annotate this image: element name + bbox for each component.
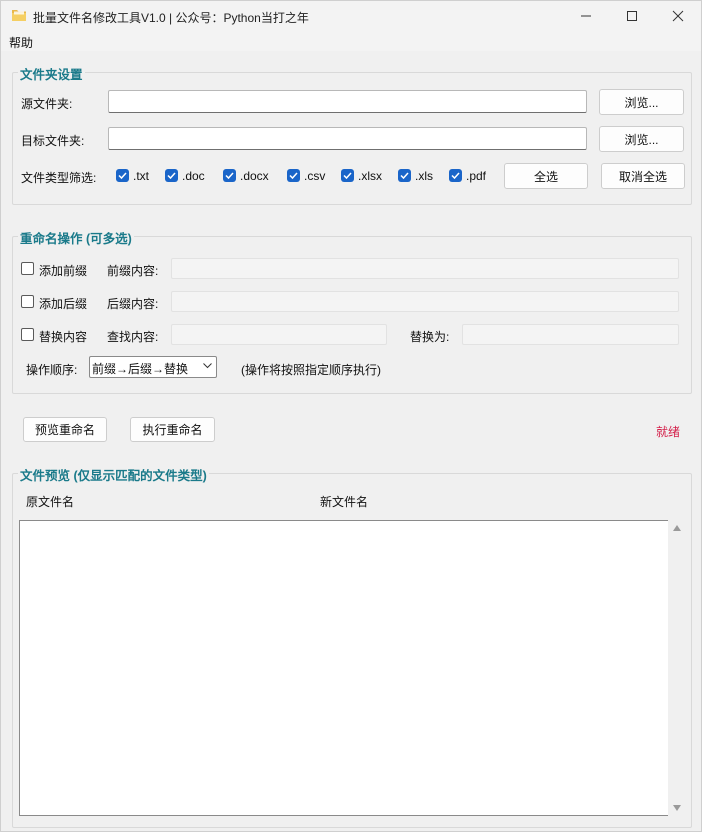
scroll-up-icon[interactable]	[673, 525, 681, 531]
checkbox-pdf[interactable]	[449, 169, 462, 182]
replace-label[interactable]: 替换内容	[39, 328, 87, 345]
checkbox-doc-label[interactable]: .doc	[182, 169, 205, 183]
checkbox-txt-label[interactable]: .txt	[133, 169, 149, 183]
checkbox-docx[interactable]	[223, 169, 236, 182]
app-window: 批量文件名修改工具V1.0 | 公众号：Python当打之年 帮助 文件夹设置 …	[0, 0, 702, 832]
check-icon	[225, 172, 234, 180]
prefix-content-input[interactable]	[171, 258, 679, 279]
source-folder-label: 源文件夹:	[21, 97, 73, 111]
execute-rename-button[interactable]: 执行重命名	[130, 417, 215, 442]
check-icon	[118, 172, 127, 180]
order-select-value: 前缀→后缀→替换	[92, 362, 189, 376]
menu-bar: 帮助	[1, 31, 701, 51]
maximize-icon	[627, 11, 637, 21]
file-type-filter-label: 文件类型筛选:	[21, 171, 97, 185]
close-icon	[672, 10, 684, 22]
check-icon	[167, 172, 176, 180]
target-folder-input[interactable]	[108, 127, 587, 150]
menu-help[interactable]: 帮助	[9, 34, 33, 51]
maximize-button[interactable]	[609, 1, 655, 31]
select-all-button[interactable]: 全选	[504, 163, 588, 189]
browse-target-button[interactable]: 浏览...	[599, 126, 684, 152]
find-content-input[interactable]	[171, 324, 387, 345]
rename-ops-title: 重命名操作 (可多选)	[18, 228, 134, 247]
target-folder-label: 目标文件夹:	[21, 134, 85, 148]
replace-with-input[interactable]	[462, 324, 679, 345]
checkbox-xls-label[interactable]: .xls	[415, 169, 433, 183]
folder-icon	[12, 10, 26, 21]
order-label: 操作顺序:	[26, 363, 78, 377]
minimize-icon	[581, 15, 591, 17]
add-suffix-label[interactable]: 添加后缀	[39, 295, 87, 312]
suffix-content-input[interactable]	[171, 291, 679, 312]
title-bar[interactable]: 批量文件名修改工具V1.0 | 公众号：Python当打之年	[1, 1, 701, 31]
add-prefix-checkbox[interactable]	[21, 262, 34, 275]
replace-checkbox[interactable]	[21, 328, 34, 341]
minimize-button[interactable]	[563, 1, 609, 31]
check-icon	[289, 172, 298, 180]
close-button[interactable]	[655, 1, 701, 31]
check-icon	[400, 172, 409, 180]
column-header-new[interactable]: 新文件名	[320, 493, 368, 510]
file-preview-list[interactable]	[19, 520, 683, 816]
checkbox-xlsx[interactable]	[341, 169, 354, 182]
source-folder-input[interactable]	[108, 90, 587, 113]
file-preview-title: 文件预览 (仅显示匹配的文件类型)	[18, 465, 209, 484]
folder-settings-title: 文件夹设置	[18, 64, 85, 83]
window-title: 批量文件名修改工具V1.0 | 公众号：Python当打之年	[33, 11, 309, 25]
checkbox-txt[interactable]	[116, 169, 129, 182]
preview-rename-button[interactable]: 预览重命名	[23, 417, 107, 442]
add-prefix-label[interactable]: 添加前缀	[39, 262, 87, 279]
prefix-content-label: 前缀内容:	[107, 264, 159, 278]
checkbox-pdf-label[interactable]: .pdf	[466, 169, 486, 183]
add-suffix-checkbox[interactable]	[21, 295, 34, 308]
checkbox-doc[interactable]	[165, 169, 178, 182]
checkbox-xls[interactable]	[398, 169, 411, 182]
check-icon	[451, 172, 460, 180]
status-label: 就绪	[656, 425, 681, 439]
chevron-down-icon	[203, 363, 212, 369]
order-note: (操作将按照指定顺序执行)	[241, 363, 381, 377]
column-header-original[interactable]: 原文件名	[26, 493, 74, 510]
checkbox-csv[interactable]	[287, 169, 300, 182]
client-area: 文件夹设置 源文件夹: 浏览... 目标文件夹: 浏览... 文件类型筛选: .…	[1, 51, 701, 831]
preview-scrollbar[interactable]	[668, 520, 686, 816]
deselect-all-button[interactable]: 取消全选	[601, 163, 685, 189]
order-select[interactable]: 前缀→后缀→替换	[89, 356, 217, 378]
checkbox-csv-label[interactable]: .csv	[304, 169, 325, 183]
scroll-down-icon[interactable]	[673, 805, 681, 811]
check-icon	[343, 172, 352, 180]
find-content-label: 查找内容:	[107, 330, 159, 344]
suffix-content-label: 后缀内容:	[107, 297, 159, 311]
replace-with-label: 替换为:	[410, 330, 450, 344]
browse-source-button[interactable]: 浏览...	[599, 89, 684, 115]
checkbox-docx-label[interactable]: .docx	[240, 169, 269, 183]
checkbox-xlsx-label[interactable]: .xlsx	[358, 169, 382, 183]
